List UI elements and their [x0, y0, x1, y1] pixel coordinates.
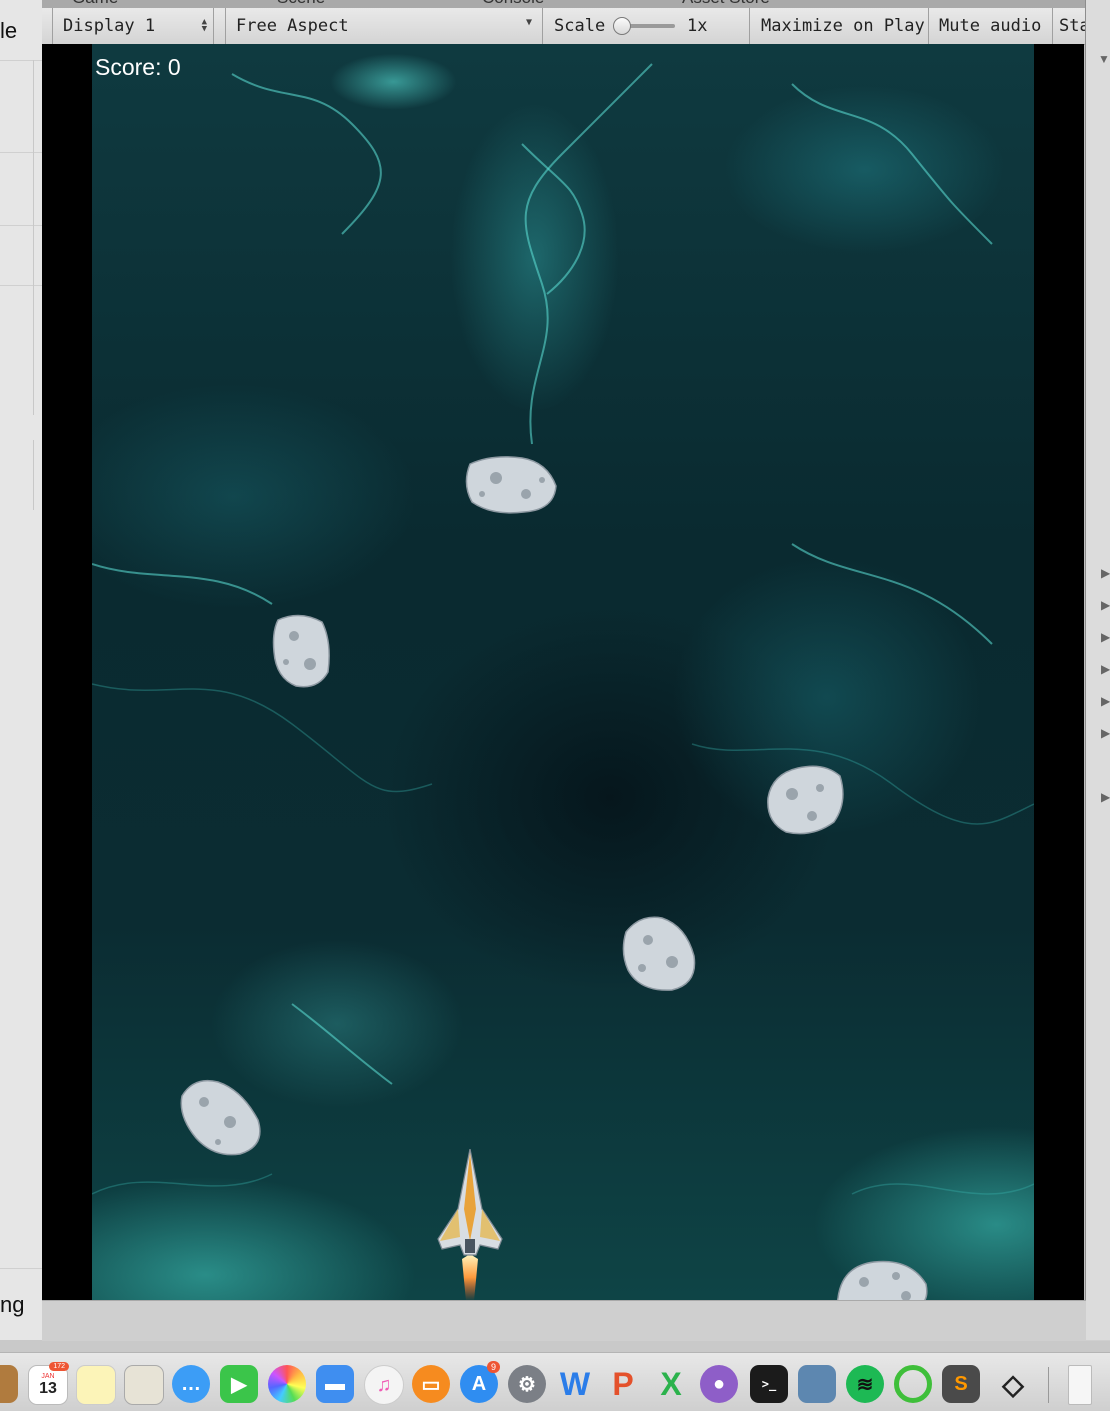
system-preferences-icon[interactable]: ⚙ — [508, 1365, 546, 1403]
asteroid — [272, 614, 330, 688]
calendar-day: 13 — [39, 1379, 57, 1397]
game-canvas[interactable]: Score: 0 — [92, 44, 1034, 1300]
expand-arrow-icon[interactable]: ▶ — [1101, 566, 1110, 580]
expand-arrow-icon[interactable]: ▶ — [1101, 694, 1110, 708]
tab-game[interactable]: Game — [72, 0, 118, 8]
app-store-icon[interactable]: A 9 — [460, 1361, 500, 1403]
itunes-icon[interactable]: ♫ — [364, 1365, 404, 1405]
dock-divider — [1048, 1367, 1049, 1403]
tab-console[interactable]: Console — [482, 0, 544, 8]
expand-arrow-icon[interactable]: ▶ — [1101, 790, 1110, 804]
activity-ring-icon[interactable] — [894, 1365, 932, 1403]
left-panel-text-fragment-bottom: ng — [0, 1292, 25, 1317]
image-viewer-icon[interactable] — [798, 1365, 836, 1403]
collapse-arrow-icon[interactable]: ▼ — [1098, 52, 1110, 66]
github-icon[interactable]: ● — [700, 1365, 738, 1403]
scale-label: Scale — [554, 16, 606, 36]
excel-icon[interactable]: X — [652, 1365, 690, 1403]
aspect-select-value: Free Aspect — [236, 16, 349, 36]
divider — [33, 440, 34, 510]
stats-toggle[interactable]: Stats — [1053, 8, 1085, 44]
asteroid — [622, 916, 696, 991]
right-editor-panel: ▼ ▶ ▶ ▶ ▶ ▶ ▶ ▶ — [1086, 0, 1110, 1340]
calendar-badge: 172 — [49, 1362, 69, 1371]
unity-icon[interactable]: ◇ — [994, 1365, 1032, 1403]
maximize-on-play-label: Maximize on Play — [761, 16, 925, 36]
display-select[interactable]: Display 1 ▲ ▼ — [52, 8, 214, 44]
scale-control: Scale 1x — [544, 8, 750, 44]
game-viewport: Score: 0 — [42, 44, 1084, 1300]
sublime-text-icon[interactable]: S — [942, 1365, 980, 1403]
game-toolbar: Display 1 ▲ ▼ Free Aspect ▼ Scale 1x Maxi… — [42, 8, 1085, 45]
keynote-icon[interactable]: ▬ — [316, 1365, 354, 1403]
mute-audio-label: Mute audio — [939, 16, 1042, 36]
stats-label: Stats — [1059, 16, 1085, 36]
dropdown-arrow-icon: ▼ — [525, 17, 532, 28]
calendar-month: JAN — [41, 1372, 55, 1380]
aspect-select[interactable]: Free Aspect ▼ — [225, 8, 543, 44]
divider — [33, 60, 34, 415]
asteroid — [180, 1079, 261, 1156]
terminal-icon[interactable]: >_ — [750, 1365, 788, 1403]
expand-arrow-icon[interactable]: ▶ — [1101, 662, 1110, 676]
left-panel-text-fragment: le — [0, 18, 18, 43]
display-select-value: Display 1 — [63, 16, 156, 36]
word-icon[interactable]: W — [556, 1365, 594, 1403]
finder-icon[interactable] — [0, 1365, 18, 1403]
divider — [0, 1268, 42, 1269]
divider — [0, 60, 42, 61]
asteroid — [767, 765, 844, 835]
scale-slider-handle[interactable] — [613, 17, 631, 35]
calendar-icon[interactable]: JAN 13 172 — [28, 1362, 69, 1405]
scale-value: 1x — [687, 16, 708, 36]
expand-arrow-icon[interactable]: ▶ — [1101, 630, 1110, 644]
powerpoint-icon[interactable]: P — [604, 1365, 642, 1403]
messages-icon[interactable]: … — [172, 1365, 210, 1403]
asteroid — [836, 1260, 928, 1300]
maximize-on-play-toggle[interactable]: Maximize on Play — [751, 8, 929, 44]
app-store-badge: 9 — [486, 1361, 500, 1373]
divider — [0, 285, 42, 286]
ibooks-icon[interactable]: ▭ — [412, 1365, 450, 1403]
preview-icon[interactable] — [124, 1365, 164, 1405]
divider — [0, 225, 42, 226]
notes-icon[interactable] — [76, 1365, 116, 1405]
tab-asset-store[interactable]: Asset Store — [682, 0, 770, 8]
photos-icon[interactable] — [268, 1365, 306, 1403]
editor-bottom-panel — [42, 1300, 1110, 1341]
macos-dock: JAN 13 172 … ▶ ▬ ♫ ▭ A 9 ⚙ W P X ● >_ ≋ … — [0, 1352, 1110, 1411]
divider — [0, 152, 42, 153]
score-label: Score: 0 — [95, 54, 181, 80]
expand-arrow-icon[interactable]: ▶ — [1101, 598, 1110, 612]
document-icon[interactable] — [1068, 1365, 1092, 1405]
game-window: Game Scene Console Asset Store Display 1… — [42, 0, 1086, 1300]
tab-scene[interactable]: Scene — [277, 0, 325, 8]
stepper-arrows-icon: ▲ ▼ — [201, 17, 207, 34]
editor-tab-bar: Game Scene Console Asset Store — [42, 0, 1085, 8]
expand-arrow-icon[interactable]: ▶ — [1101, 726, 1110, 740]
mute-audio-toggle[interactable]: Mute audio — [929, 8, 1053, 44]
facetime-icon[interactable]: ▶ — [220, 1365, 258, 1403]
spotify-icon[interactable]: ≋ — [846, 1365, 884, 1403]
player-spaceship — [437, 1149, 503, 1300]
asteroid — [465, 456, 557, 514]
left-editor-panel: le — [0, 0, 43, 1340]
